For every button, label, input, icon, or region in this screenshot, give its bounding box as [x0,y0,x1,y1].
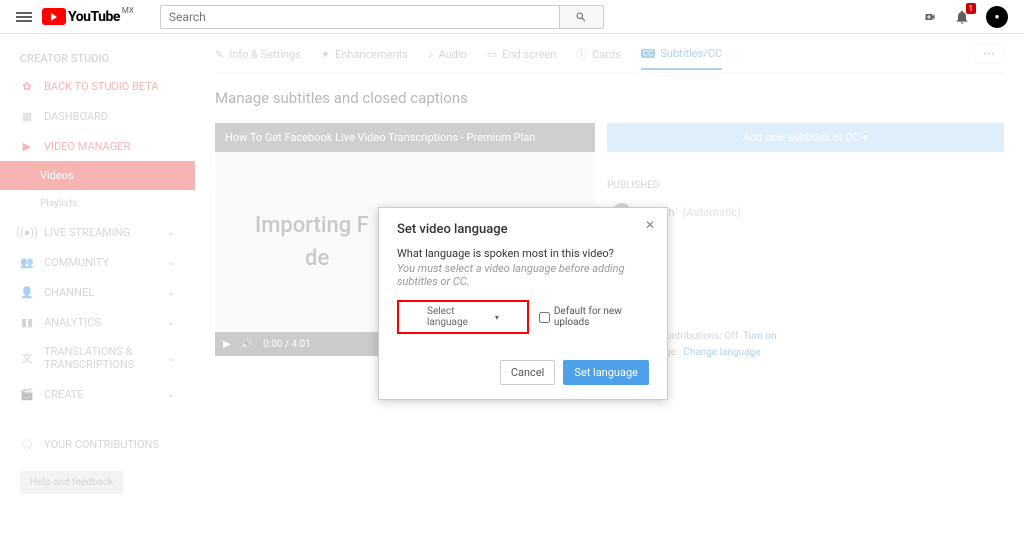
default-checkbox-input[interactable] [539,312,550,323]
avatar[interactable]: ● [986,6,1008,28]
notification-badge: 1 [966,3,977,14]
close-icon[interactable]: ✕ [645,218,655,232]
search-input[interactable] [160,5,560,29]
menu-icon[interactable] [16,10,32,24]
set-language-modal: ✕ Set video language What language is sp… [378,207,668,400]
search-icon [575,11,587,23]
checkbox-label: Default for new uploads [554,306,649,328]
modal-title: Set video language [397,222,649,237]
select-language-dropdown[interactable]: Select language [397,300,529,334]
youtube-logo[interactable]: YouTube MX [42,8,120,25]
modal-hint: You must select a video language before … [397,262,649,288]
default-checkbox[interactable]: Default for new uploads [539,306,649,328]
set-language-button[interactable]: Set language [563,360,649,385]
notifications-button[interactable]: 1 [954,9,970,25]
search-button[interactable] [560,5,604,29]
cancel-button[interactable]: Cancel [500,360,555,385]
logo-region: MX [122,6,134,15]
upload-icon[interactable] [922,11,938,23]
select-label: Select language [427,306,491,328]
logo-text: YouTube [68,9,120,25]
modal-question: What language is spoken most in this vid… [397,247,649,260]
